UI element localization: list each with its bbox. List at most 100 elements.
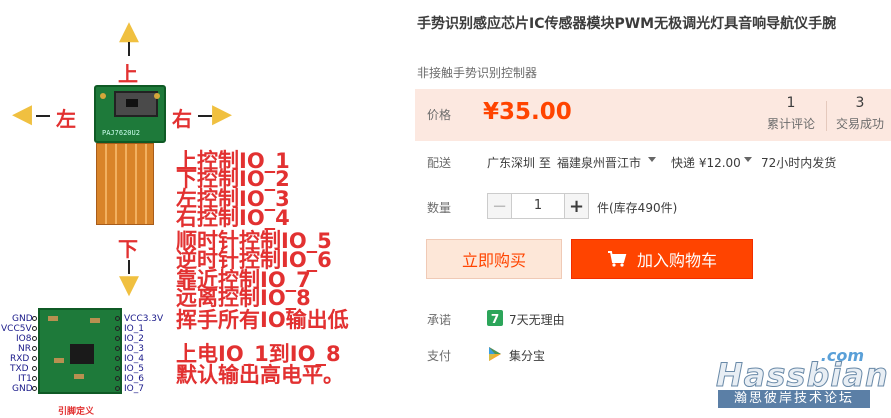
buy-now-label: 立即购买 [461, 251, 526, 270]
pinout-board [38, 308, 122, 394]
payment-text: 集分宝 [509, 349, 546, 363]
chevron-down-icon[interactable] [648, 157, 656, 162]
stat-divider [826, 101, 827, 131]
sales-count-label: 交易成功 [836, 117, 885, 131]
pin-hole [32, 346, 37, 351]
ship-from: 广东深圳 至 [487, 156, 551, 170]
pin-hole [115, 356, 120, 361]
pin-label-left: TXD [10, 364, 29, 374]
pin-label-left: GND [12, 384, 33, 394]
right-arrow-shaft [198, 115, 212, 117]
promise-label: 承诺 [427, 313, 452, 327]
pin-label-right: IO_1 [124, 324, 144, 334]
pin-hole [32, 336, 37, 341]
shipping-label: 配送 [427, 156, 452, 170]
smd-component [74, 374, 84, 379]
quantity-stepper: − 1 + [487, 193, 589, 219]
watermark-subtitle: 瀚思彼岸技术论坛 [718, 390, 870, 408]
product-title: 手势识别感应芯片IC传感器模块PWM无极调光灯具音响导航仪手腕 [417, 16, 837, 32]
left-arrow-shaft [36, 115, 50, 117]
direction-left-label: 左 [56, 107, 76, 131]
pin-label-left: VCC5V [1, 324, 32, 334]
pin-label-left: IT1 [18, 374, 32, 384]
controller-ic [70, 344, 94, 364]
pin-hole [115, 376, 120, 381]
sensor-window [126, 99, 138, 107]
cart-icon [607, 251, 627, 267]
direction-right-label: 右 [172, 107, 192, 131]
increase-button[interactable]: + [564, 194, 588, 218]
promise-text[interactable]: 7天无理由 [509, 311, 565, 328]
pin-hole [32, 316, 37, 321]
product-subtitle: 非接触手势识别控制器 [417, 66, 538, 80]
control-line: 挥手所有IO输出低 [176, 308, 349, 332]
pin-hole [32, 326, 37, 331]
smd-component [90, 318, 100, 323]
seven-day-return-icon: 7 [487, 310, 503, 326]
stock-text: 件(库存490件) [597, 201, 678, 215]
price-label: 价格 [427, 108, 452, 122]
direction-up-label: 上 [118, 62, 138, 86]
flex-cable [96, 143, 154, 225]
direction-down-label: 下 [118, 237, 138, 261]
pin-hole [32, 386, 37, 391]
product-image[interactable]: ▲ 上 ◀ 左 右 ▶ 下 ▼ PAJ7620U2 上控制IO_1 下控制IO_… [0, 0, 400, 418]
up-arrow-icon: ▲ [119, 16, 139, 46]
product-page: ▲ 上 ◀ 左 右 ▶ 下 ▼ PAJ7620U2 上控制IO_1 下控制IO_… [0, 0, 891, 418]
pin-hole [115, 346, 120, 351]
express-select[interactable]: 快递 ¥12.00 [671, 154, 741, 171]
review-count: 1 [786, 95, 796, 111]
cable-trace [115, 144, 117, 224]
sales-count-stat[interactable]: 3 交易成功 [836, 95, 884, 132]
pin-label-left: RXD [10, 354, 30, 364]
right-arrow-icon: ▶ [212, 99, 232, 129]
price-panel: 价格 ¥35.00 1 累计评论 3 交易成功 [415, 89, 891, 141]
control-line: 远离控制IO_8 [176, 286, 311, 310]
payment-label: 支付 [427, 349, 452, 363]
sensor-module: PAJ7620U2 [94, 85, 166, 143]
add-to-cart-label: 加入购物车 [636, 251, 717, 270]
smd-component [54, 358, 64, 363]
pin-hole [32, 366, 37, 371]
price-value: ¥35.00 [483, 99, 572, 125]
left-arrow-icon: ◀ [12, 99, 32, 129]
pinout-caption: 引脚定义 [58, 407, 95, 417]
buy-now-button[interactable]: 立即购买 [426, 239, 562, 279]
dispatch-time: 72小时内发货 [761, 156, 837, 170]
pin-hole [115, 366, 120, 371]
watermark-logo: Hassbian [716, 356, 889, 395]
up-arrow-shaft [128, 42, 130, 56]
cable-trace [125, 144, 127, 224]
ship-to-select[interactable]: 福建泉州晋江市 [557, 154, 641, 171]
mount-pad [154, 93, 160, 99]
add-to-cart-button[interactable]: 加入购物车 [571, 239, 753, 279]
quantity-input[interactable]: 1 [512, 194, 564, 218]
cable-trace [135, 144, 137, 224]
smd-component [48, 316, 58, 321]
power-line: 默认输出高电平。 [176, 363, 344, 387]
mount-pad [100, 93, 106, 99]
decrease-button[interactable]: − [488, 194, 512, 218]
pin-label-right: IO_6 [124, 374, 144, 384]
pin-label-right: IO_5 [124, 364, 144, 374]
sales-count: 3 [855, 95, 865, 111]
review-count-label: 累计评论 [767, 117, 816, 131]
pin-label-left: NR [18, 344, 31, 354]
chevron-down-icon[interactable] [744, 157, 752, 162]
sensor-label: PAJ7620U2 [102, 129, 140, 137]
svg-text:7: 7 [491, 312, 499, 326]
pin-label-right: IO_4 [124, 354, 144, 364]
pin-label-right: IO_2 [124, 334, 144, 344]
pin-hole [32, 356, 37, 361]
pin-label-right: VCC3.3V [124, 314, 164, 324]
control-line: 右控制IO_4 [176, 206, 290, 230]
pin-label-left: GND [12, 314, 33, 324]
pin-hole [115, 316, 120, 321]
site-watermark: .com Hassbian 瀚思彼岸技术论坛 [712, 346, 888, 412]
pin-label-right: IO_3 [124, 344, 144, 354]
review-count-stat[interactable]: 1 累计评论 [767, 95, 815, 132]
pin-hole [32, 376, 37, 381]
quantity-label: 数量 [427, 201, 452, 215]
pin-hole [115, 326, 120, 331]
jifenbao-icon [489, 347, 501, 361]
